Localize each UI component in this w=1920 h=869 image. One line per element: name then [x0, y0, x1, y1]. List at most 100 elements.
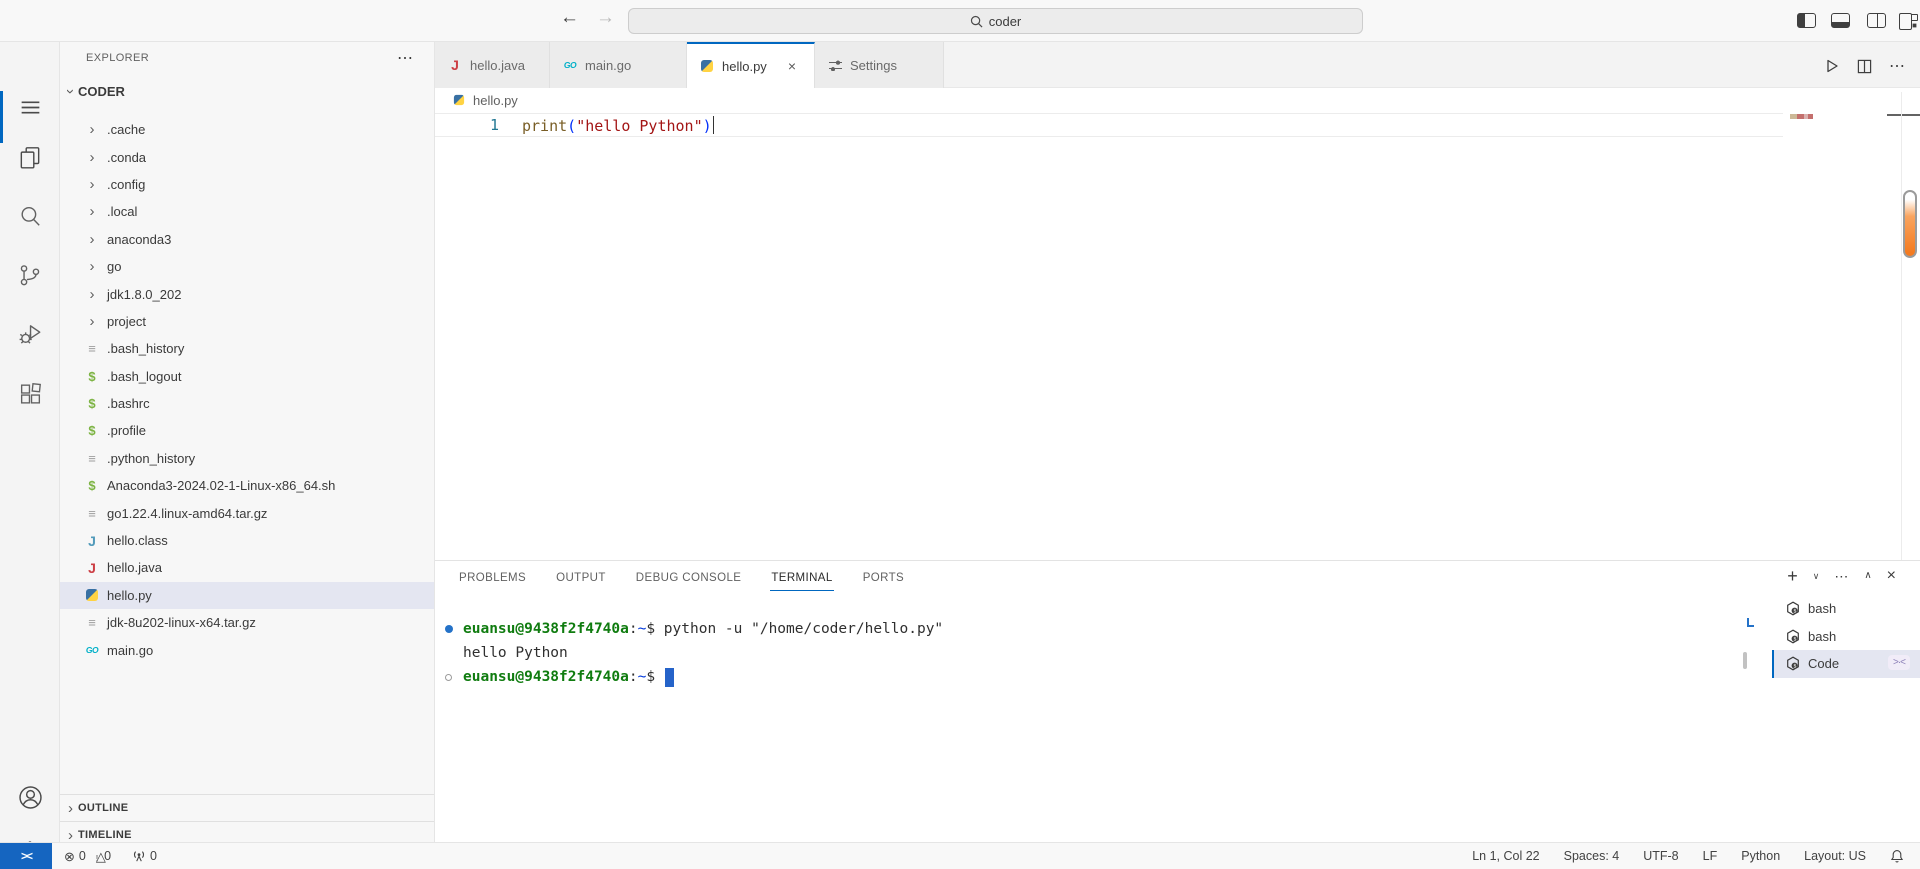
- tab-hello-py-active[interactable]: hello.py ×: [687, 42, 815, 88]
- tree-item[interactable]: project: [60, 308, 434, 335]
- terminal-command-marker: [1747, 618, 1754, 627]
- back-arrow-icon[interactable]: ←: [560, 7, 579, 29]
- close-panel-icon[interactable]: ×: [1887, 568, 1896, 584]
- source-control-icon[interactable]: [0, 251, 60, 299]
- search-magnifier-icon: [970, 15, 983, 27]
- terminal-instance-bash[interactable]: $ bash: [1772, 623, 1920, 651]
- minimap-code-preview: [1790, 114, 1813, 119]
- code-editor[interactable]: 1 print("hello Python"): [435, 112, 1920, 560]
- ports-status[interactable]: 0: [132, 849, 157, 863]
- breadcrumb[interactable]: hello.py: [435, 88, 1920, 112]
- more-actions-icon[interactable]: ⋯: [1889, 56, 1906, 76]
- terminal-action-icon[interactable]: >·<: [1887, 655, 1910, 670]
- tree-item[interactable]: .profile: [60, 417, 434, 444]
- launch-profile-chevron-icon[interactable]: ∨: [1813, 571, 1820, 581]
- folder-chevron-icon: [84, 176, 100, 192]
- close-tab-icon[interactable]: ×: [788, 58, 796, 74]
- more-actions-icon[interactable]: ⋯: [1834, 569, 1849, 583]
- explorer-icon[interactable]: [0, 133, 60, 181]
- terminal-output-line: hello Python: [463, 645, 568, 661]
- tree-root-coder[interactable]: › CODER: [60, 78, 434, 104]
- python-file-icon: [452, 93, 466, 107]
- tree-item[interactable]: .bash_logout: [60, 363, 434, 390]
- shell-file-icon: [84, 396, 100, 412]
- tree-item[interactable]: .cache: [60, 116, 434, 143]
- folder-chevron-icon: [84, 286, 100, 302]
- tab-settings[interactable]: Settings: [815, 42, 944, 88]
- text-file-icon: [84, 505, 100, 521]
- tree-item[interactable]: hello.java: [60, 554, 434, 581]
- folder-chevron-icon: [84, 122, 100, 138]
- run-debug-icon[interactable]: [0, 310, 60, 358]
- python-file-icon: [84, 587, 100, 603]
- outline-section[interactable]: › OUTLINE: [60, 794, 434, 821]
- tab-main-go[interactable]: main.go: [550, 42, 687, 88]
- tab-hello-java[interactable]: hello.java: [435, 42, 550, 88]
- language-mode-status[interactable]: Python: [1741, 849, 1780, 863]
- tree-item[interactable]: hello.class: [60, 527, 434, 554]
- search-value: coder: [988, 13, 1022, 29]
- split-editor-icon[interactable]: [1857, 59, 1872, 74]
- scrollbar-thumb[interactable]: [1903, 190, 1917, 258]
- go-file-icon: [562, 57, 578, 73]
- command-success-dot-icon[interactable]: [445, 625, 463, 633]
- tab-debug-console[interactable]: DEBUG CONSOLE: [635, 568, 743, 588]
- tree-item[interactable]: go1.22.4.linux-amd64.tar.gz: [60, 499, 434, 526]
- svg-text:$: $: [1793, 664, 1796, 670]
- bottom-panel: PROBLEMS OUTPUT DEBUG CONSOLE TERMINAL P…: [435, 560, 1920, 842]
- tab-problems[interactable]: PROBLEMS: [458, 568, 527, 588]
- bash-profile-icon: $: [1787, 601, 1799, 616]
- ports-tower-icon: [133, 851, 145, 862]
- tab-output[interactable]: OUTPUT: [555, 568, 607, 588]
- tree-item[interactable]: go: [60, 253, 434, 280]
- extensions-icon[interactable]: [0, 369, 60, 417]
- cursor-position-status[interactable]: Ln 1, Col 22: [1472, 849, 1539, 863]
- tree-item-selected[interactable]: hello.py: [60, 581, 434, 610]
- run-file-icon[interactable]: [1824, 58, 1840, 74]
- toggle-sidebar-icon[interactable]: [1797, 13, 1816, 28]
- tree-item[interactable]: .config: [60, 171, 434, 198]
- error-circle-icon: ⊗: [64, 848, 75, 864]
- tree-root-label: CODER: [78, 83, 125, 99]
- status-right: Ln 1, Col 22 Spaces: 4 UTF-8 LF Python L…: [1472, 849, 1920, 863]
- terminal-instance-code-selected[interactable]: $ Code >·<: [1772, 650, 1920, 678]
- terminal-scrollbar-thumb[interactable]: [1743, 652, 1747, 669]
- split-editor-layout-icon[interactable]: [1867, 13, 1886, 28]
- tree-item[interactable]: main.go: [60, 636, 434, 663]
- tree-item[interactable]: .bash_history: [60, 335, 434, 362]
- command-pending-dot-icon[interactable]: [445, 673, 463, 681]
- bash-profile-icon: $: [1787, 656, 1799, 671]
- tab-terminal-active[interactable]: TERMINAL: [770, 568, 835, 591]
- command-center-search[interactable]: coder: [628, 8, 1363, 34]
- eol-status[interactable]: LF: [1703, 849, 1718, 863]
- indentation-status[interactable]: Spaces: 4: [1564, 849, 1620, 863]
- tree-item[interactable]: jdk1.8.0_202: [60, 280, 434, 307]
- tree-item[interactable]: .bashrc: [60, 390, 434, 417]
- tree-item[interactable]: .python_history: [60, 445, 434, 472]
- tree-item[interactable]: .local: [60, 198, 434, 225]
- explorer-more-actions-icon[interactable]: ⋯: [397, 48, 414, 68]
- terminal-instance-bash[interactable]: $ bash: [1772, 595, 1920, 623]
- customize-layout-icon[interactable]: [1899, 13, 1918, 30]
- new-terminal-icon[interactable]: +: [1787, 567, 1798, 585]
- forward-arrow-icon[interactable]: →: [596, 7, 615, 29]
- folder-chevron-icon: [84, 313, 100, 329]
- search-icon[interactable]: [0, 192, 60, 240]
- errors-warnings-status[interactable]: ⊗ 0 △! 0: [64, 849, 111, 863]
- encoding-status[interactable]: UTF-8: [1643, 849, 1678, 863]
- text-cursor: [712, 116, 715, 134]
- tree-item[interactable]: jdk-8u202-linux-x64.tar.gz: [60, 609, 434, 636]
- tree-item[interactable]: Anaconda3-2024.02-1-Linux-x86_64.sh: [60, 472, 434, 499]
- tree-item[interactable]: .conda: [60, 143, 434, 170]
- toggle-panel-icon[interactable]: [1831, 13, 1850, 28]
- tree-item[interactable]: anaconda3: [60, 226, 434, 253]
- tab-ports[interactable]: PORTS: [862, 568, 905, 588]
- account-icon[interactable]: [0, 773, 60, 821]
- remote-indicator[interactable]: ><: [0, 843, 52, 869]
- keyboard-layout-status[interactable]: Layout: US: [1804, 849, 1866, 863]
- python-file-icon: [699, 58, 715, 74]
- menu-icon[interactable]: [0, 83, 60, 131]
- notifications-bell-icon[interactable]: [1890, 849, 1904, 863]
- terminal-viewport[interactable]: euansu@9438f2f4740a: ~ $ python -u "/home/…: [445, 617, 943, 689]
- maximize-panel-icon[interactable]: ∧: [1864, 571, 1871, 581]
